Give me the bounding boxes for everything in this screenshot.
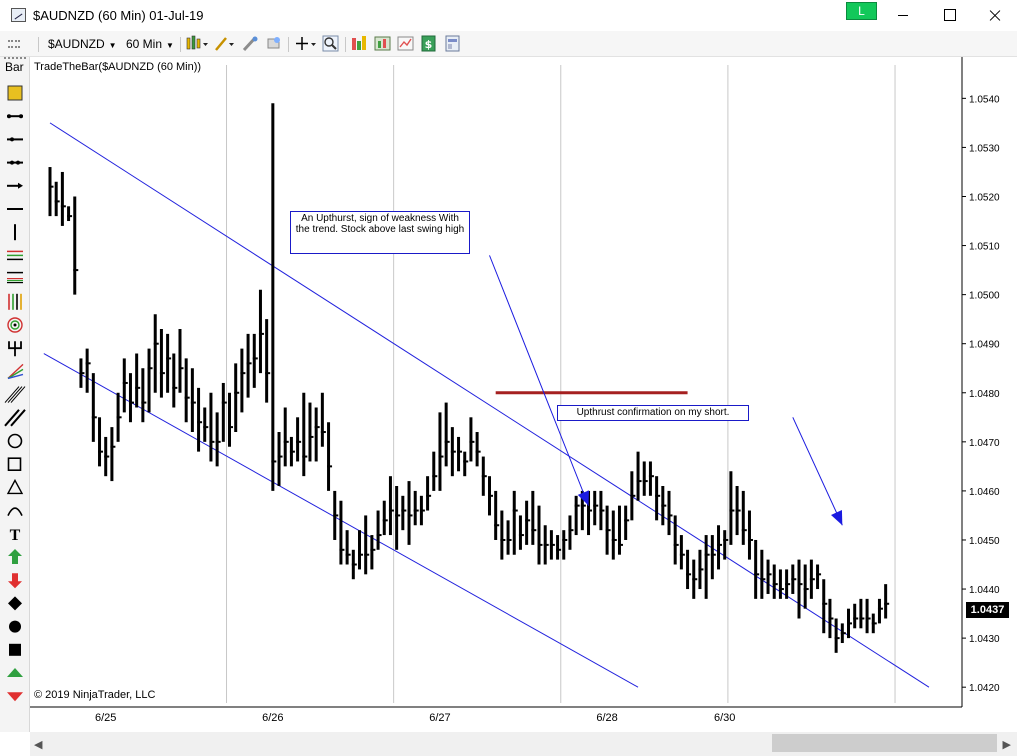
trend-channel-icon[interactable] bbox=[4, 409, 26, 427]
price-tick-label: 1.0440 bbox=[969, 585, 1000, 596]
link-button[interactable]: L bbox=[846, 2, 877, 20]
drag-handle-icon[interactable] bbox=[8, 40, 20, 48]
price-tick-label: 1.0530 bbox=[969, 143, 1000, 154]
chart-window-icon bbox=[11, 8, 26, 22]
draw-line-icon[interactable] bbox=[214, 35, 234, 52]
drawing-tools-sidebar: Bar T bbox=[0, 57, 30, 732]
toolbar-separator bbox=[288, 37, 289, 52]
svg-text:T: T bbox=[10, 527, 21, 544]
annotation-upthrust[interactable]: An Upthurst, sign of weakness With the t… bbox=[290, 211, 470, 254]
close-button[interactable] bbox=[971, 0, 1017, 31]
indicator-label: TradeTheBar($AUDNZD (60 Min)) bbox=[34, 61, 202, 73]
scroll-right-icon[interactable]: ▶ bbox=[1003, 738, 1011, 751]
copyright-text: © 2019 NinjaTrader, LLC bbox=[34, 689, 156, 701]
toolbar-separator bbox=[180, 37, 181, 52]
svg-text:$: $ bbox=[425, 38, 433, 51]
arrow-line-icon[interactable] bbox=[7, 182, 23, 189]
price-tick-label: 1.0540 bbox=[969, 94, 1000, 105]
arrow-down-icon[interactable] bbox=[8, 573, 22, 589]
minimize-button[interactable] bbox=[880, 0, 926, 31]
price-tick-label: 1.0460 bbox=[969, 487, 1000, 498]
ray-icon[interactable] bbox=[7, 137, 23, 142]
regression-channel-icon[interactable] bbox=[4, 386, 26, 403]
scroll-left-icon[interactable]: ◀ bbox=[34, 738, 42, 751]
price-chart[interactable]: 1.0540 1.0530 1.0520 1.0510 1.0500 1.0490 1.04… bbox=[30, 57, 1017, 732]
fib-timezones-icon[interactable] bbox=[8, 293, 22, 310]
rectangle-icon[interactable] bbox=[7, 457, 22, 472]
instrument-selector[interactable]: $AUDNZD ▼ bbox=[48, 34, 117, 54]
price-tick-label: 1.0480 bbox=[969, 389, 1000, 400]
channel-upper-line bbox=[49, 122, 930, 688]
chart-toolbar: $AUDNZD ▼ 60 Min ▼ $ bbox=[0, 31, 1017, 57]
text-icon[interactable]: T bbox=[10, 527, 21, 544]
diamond-icon[interactable] bbox=[8, 596, 22, 611]
chevron-down-icon: ▼ bbox=[108, 41, 117, 50]
annotation-arrow bbox=[792, 417, 843, 526]
price-tick-label: 1.0420 bbox=[969, 683, 1000, 694]
crosshair-icon[interactable] bbox=[295, 35, 316, 52]
current-price-marker: 1.0437 bbox=[966, 602, 1009, 618]
price-tick-label: 1.0490 bbox=[969, 340, 1000, 351]
fib-circle-icon[interactable] bbox=[7, 317, 23, 333]
annotation-arrow bbox=[489, 255, 589, 506]
interval-label: 60 Min bbox=[126, 37, 163, 51]
price-tick-label: 1.0450 bbox=[969, 536, 1000, 547]
toolbar-separator bbox=[345, 37, 346, 52]
line-icon[interactable] bbox=[7, 114, 23, 119]
price-tick-label: 1.0500 bbox=[969, 291, 1000, 302]
toolbar-separator bbox=[38, 37, 39, 52]
fib-retracement-icon[interactable] bbox=[7, 250, 23, 261]
price-tick-label: 1.0430 bbox=[969, 634, 1000, 645]
instrument-label: $AUDNZD bbox=[48, 37, 105, 51]
chart-properties-icon[interactable] bbox=[397, 35, 414, 52]
horizontal-scrollbar[interactable]: ◀ ▶ bbox=[30, 732, 1017, 756]
price-tick-label: 1.0520 bbox=[969, 192, 1000, 203]
date-tick-label: 6/28 bbox=[596, 712, 617, 724]
indicators-icon[interactable] bbox=[351, 35, 368, 52]
triangle-up-icon[interactable] bbox=[7, 668, 23, 677]
price-tick-label: 1.0470 bbox=[969, 438, 1000, 449]
arrow-up-icon[interactable] bbox=[8, 549, 22, 564]
interval-selector[interactable]: 60 Min ▼ bbox=[126, 34, 174, 54]
pencil-icon[interactable] bbox=[242, 35, 259, 52]
dollar-icon[interactable]: $ bbox=[420, 35, 437, 52]
template-icon[interactable] bbox=[444, 35, 461, 52]
date-tick-label: 6/25 bbox=[95, 712, 116, 724]
title-bar: $AUDNZD (60 Min) 01-Jul-19 L bbox=[0, 0, 1017, 31]
date-tick-label: 6/30 bbox=[714, 712, 735, 724]
price-bars bbox=[48, 103, 890, 653]
arc-icon[interactable] bbox=[7, 507, 23, 516]
dot-icon[interactable] bbox=[9, 620, 21, 633]
chevron-down-icon: ▼ bbox=[166, 41, 174, 50]
square-icon[interactable] bbox=[9, 643, 21, 656]
bar-type-icon[interactable] bbox=[186, 35, 208, 52]
strategies-icon[interactable] bbox=[374, 35, 391, 52]
triangle-down-icon[interactable] bbox=[7, 692, 23, 702]
annotation-confirmation[interactable]: Upthrust confirmation on my short. bbox=[557, 405, 749, 421]
gann-fan-icon[interactable] bbox=[7, 363, 24, 380]
rectangle-tool-icon[interactable] bbox=[7, 85, 23, 101]
date-tick-label: 6/27 bbox=[429, 712, 450, 724]
triangle-icon[interactable] bbox=[6, 478, 24, 495]
fib-extensions-icon[interactable] bbox=[7, 271, 23, 284]
magnify-icon[interactable] bbox=[322, 35, 339, 52]
zoom-icon[interactable] bbox=[266, 35, 283, 52]
drawing-tools: T bbox=[4, 85, 26, 702]
window-title: $AUDNZD (60 Min) 01-Jul-19 bbox=[33, 8, 204, 23]
price-tick-label: 1.0510 bbox=[969, 242, 1000, 253]
andrews-pitchfork-icon[interactable] bbox=[8, 341, 22, 357]
ellipse-icon[interactable] bbox=[7, 433, 23, 449]
scroll-thumb[interactable] bbox=[772, 734, 997, 752]
maximize-button[interactable] bbox=[926, 0, 972, 31]
chart-panel[interactable]: 1.0540 1.0530 1.0520 1.0510 1.0500 1.0490 1.04… bbox=[30, 57, 1017, 732]
extended-line-icon[interactable] bbox=[7, 160, 23, 165]
date-tick-label: 6/26 bbox=[262, 712, 283, 724]
